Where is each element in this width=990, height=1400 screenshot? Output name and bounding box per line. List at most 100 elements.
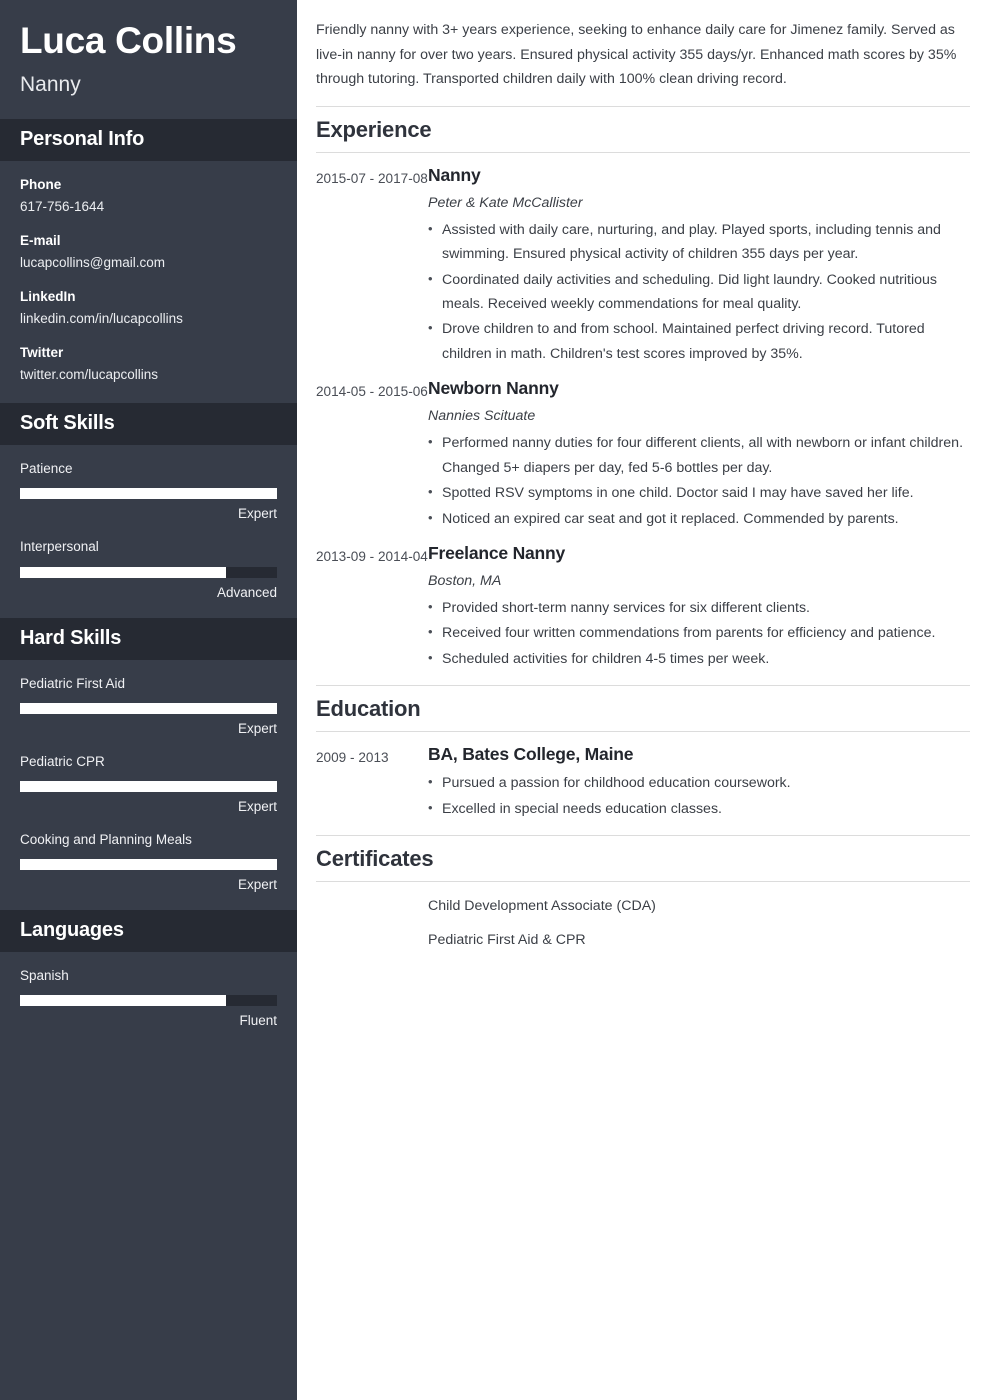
certificate-item: Child Development Associate (CDA)	[316, 894, 970, 928]
section-title-education: Education	[316, 686, 970, 733]
skill-bar-fill	[20, 488, 277, 500]
bullet-item: Assisted with daily care, nurturing, and…	[428, 218, 968, 267]
skill-bar-track	[20, 859, 277, 871]
entry-role: Nanny	[428, 164, 481, 185]
main-content: Friendly nanny with 3+ years experience,…	[297, 0, 990, 1400]
section-heading-hard-skills: Hard Skills	[0, 617, 297, 660]
contact-value[interactable]: lucapcollins@gmail.com	[20, 254, 277, 273]
experience-entry: 2015-07 - 2017-08 Nanny Peter & Kate McC…	[316, 153, 970, 367]
skill-bar-track	[20, 566, 277, 578]
resume-page: Luca Collins Nanny Personal Info Phone 6…	[0, 0, 990, 1400]
bullet-item: Pursued a passion for childhood educatio…	[428, 771, 968, 795]
skill-item: Patience Expert	[20, 460, 277, 521]
section-heading-soft-skills: Soft Skills	[0, 403, 297, 446]
skill-level: Expert	[237, 799, 277, 815]
entry-bullets: Pursued a passion for childhood educatio…	[428, 771, 968, 821]
contact-value[interactable]: 617-756-1644	[20, 198, 277, 217]
bullet-item: Coordinated daily activities and schedul…	[428, 268, 968, 317]
skill-item: Pediatric First Aid Expert	[20, 675, 277, 736]
contact-item-linkedin: LinkedIn linkedin.com/in/lucapcollins	[20, 288, 277, 329]
skill-bar-track	[20, 781, 277, 793]
skill-name: Pediatric CPR	[20, 753, 105, 769]
experience-entry: 2013-09 - 2014-04 Freelance Nanny Boston…	[316, 531, 970, 671]
skill-level: Expert	[237, 506, 277, 522]
language-name: Spanish	[20, 968, 69, 984]
entry-body: Newborn Nanny Nannies Scituate Performed…	[428, 378, 970, 531]
contact-item-phone: Phone 617-756-1644	[20, 176, 277, 217]
bullet-item: Provided short-term nanny services for s…	[428, 596, 968, 620]
entry-organization: Peter & Kate McCallister	[428, 194, 583, 211]
skill-bar-fill	[20, 781, 277, 793]
certificate-name: Pediatric First Aid & CPR	[428, 932, 586, 949]
skill-name: Interpersonal	[20, 539, 99, 555]
hard-skills-body: Pediatric First Aid Expert Pediatric CPR…	[0, 660, 297, 911]
language-item: Spanish Fluent	[20, 967, 277, 1028]
contact-value[interactable]: twitter.com/lucapcollins	[20, 366, 277, 385]
certificate-item: Pediatric First Aid & CPR	[316, 928, 970, 962]
certificate-spacer	[316, 894, 428, 928]
language-level: Fluent	[239, 1013, 277, 1029]
candidate-job-title: Nanny	[20, 72, 81, 96]
contact-item-email: E-mail lucapcollins@gmail.com	[20, 232, 277, 273]
language-bar-track	[20, 995, 277, 1007]
entry-date: 2015-07 - 2017-08	[316, 170, 428, 186]
sidebar: Luca Collins Nanny Personal Info Phone 6…	[0, 0, 297, 1400]
bullet-item: Received four written commendations from…	[428, 621, 968, 645]
bullet-item: Scheduled activities for children 4-5 ti…	[428, 647, 968, 671]
section-title-certificates: Certificates	[316, 836, 970, 883]
section-certificates: Certificates Child Development Associate…	[316, 835, 970, 963]
contact-label: LinkedIn	[20, 288, 76, 304]
entry-degree: BA, Bates College, Maine	[428, 744, 634, 765]
bullet-item: Drove children to and from school. Maint…	[428, 317, 968, 366]
entry-role: Newborn Nanny	[428, 378, 559, 399]
section-heading-languages: Languages	[0, 910, 297, 953]
education-entry: 2009 - 2013 BA, Bates College, Maine Pur…	[316, 732, 970, 821]
contact-label: E-mail	[20, 232, 61, 248]
experience-entry: 2014-05 - 2015-06 Newborn Nanny Nannies …	[316, 366, 970, 531]
entry-body: Freelance Nanny Boston, MA Provided shor…	[428, 543, 970, 671]
skill-item: Interpersonal Advanced	[20, 538, 277, 600]
bullet-item: Excelled in special needs education clas…	[428, 797, 968, 821]
entry-body: BA, Bates College, Maine Pursued a passi…	[428, 744, 970, 821]
skill-level: Expert	[237, 877, 277, 893]
contact-item-twitter: Twitter twitter.com/lucapcollins	[20, 344, 277, 385]
skill-bar-track	[20, 488, 277, 500]
skill-bar-fill	[20, 566, 226, 578]
bullet-item: Spotted RSV symptoms in one child. Docto…	[428, 481, 968, 505]
contact-label: Phone	[20, 176, 62, 192]
entry-organization: Boston, MA	[428, 572, 502, 589]
soft-skills-body: Patience Expert Interpersonal Advanced	[0, 445, 297, 617]
entry-bullets: Performed nanny duties for four differen…	[428, 431, 968, 531]
section-title-experience: Experience	[316, 107, 970, 153]
candidate-name: Luca Collins	[20, 20, 237, 61]
skill-name: Patience	[20, 461, 73, 477]
bullet-item: Noticed an expired car seat and got it r…	[428, 507, 968, 531]
skill-name: Cooking and Planning Meals	[20, 832, 192, 848]
skill-bar-fill	[20, 859, 277, 871]
contact-label: Twitter	[20, 345, 64, 361]
professional-summary: Friendly nanny with 3+ years experience,…	[316, 22, 957, 88]
entry-bullets: Assisted with daily care, nurturing, and…	[428, 218, 968, 367]
bullet-item: Performed nanny duties for four differen…	[428, 431, 968, 480]
entry-date: 2014-05 - 2015-06	[316, 384, 428, 400]
section-experience: Experience 2015-07 - 2017-08 Nanny Peter…	[316, 105, 970, 672]
entry-organization: Nannies Scituate	[428, 408, 536, 425]
certificates-list: Child Development Associate (CDA) Pediat…	[316, 882, 970, 963]
languages-body: Spanish Fluent	[0, 952, 297, 1046]
skill-name: Pediatric First Aid	[20, 675, 126, 691]
contact-value[interactable]: linkedin.com/in/lucapcollins	[20, 310, 277, 329]
entry-date: 2009 - 2013	[316, 750, 389, 766]
skill-level: Advanced	[216, 584, 277, 600]
section-education: Education 2009 - 2013 BA, Bates College,…	[316, 685, 970, 821]
entry-role: Freelance Nanny	[428, 543, 566, 563]
skill-bar-fill	[20, 702, 277, 714]
entry-date: 2013-09 - 2014-04	[316, 549, 428, 564]
skill-item: Cooking and Planning Meals Expert	[20, 831, 277, 892]
certificate-spacer	[316, 928, 428, 962]
entry-body: Nanny Peter & Kate McCallister Assisted …	[428, 165, 970, 367]
language-bar-fill	[20, 995, 226, 1007]
entry-bullets: Provided short-term nanny services for s…	[428, 596, 968, 671]
personal-info-body: Phone 617-756-1644 E-mail lucapcollins@g…	[0, 161, 297, 403]
skill-item: Pediatric CPR Expert	[20, 753, 277, 814]
section-heading-personal-info: Personal Info	[0, 118, 297, 161]
